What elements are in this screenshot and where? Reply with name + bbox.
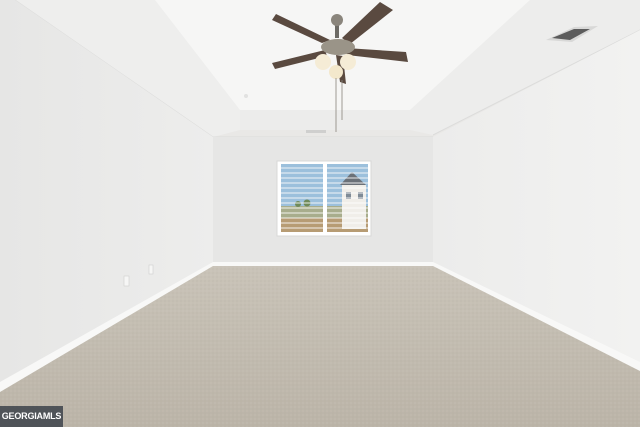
mls-watermark: GEORGIAMLS (0, 406, 63, 427)
room-photo: GEORGIAMLS (0, 0, 640, 427)
return-vent (306, 130, 326, 133)
window-with-blinds (276, 160, 372, 237)
smoke-detector (244, 94, 248, 98)
